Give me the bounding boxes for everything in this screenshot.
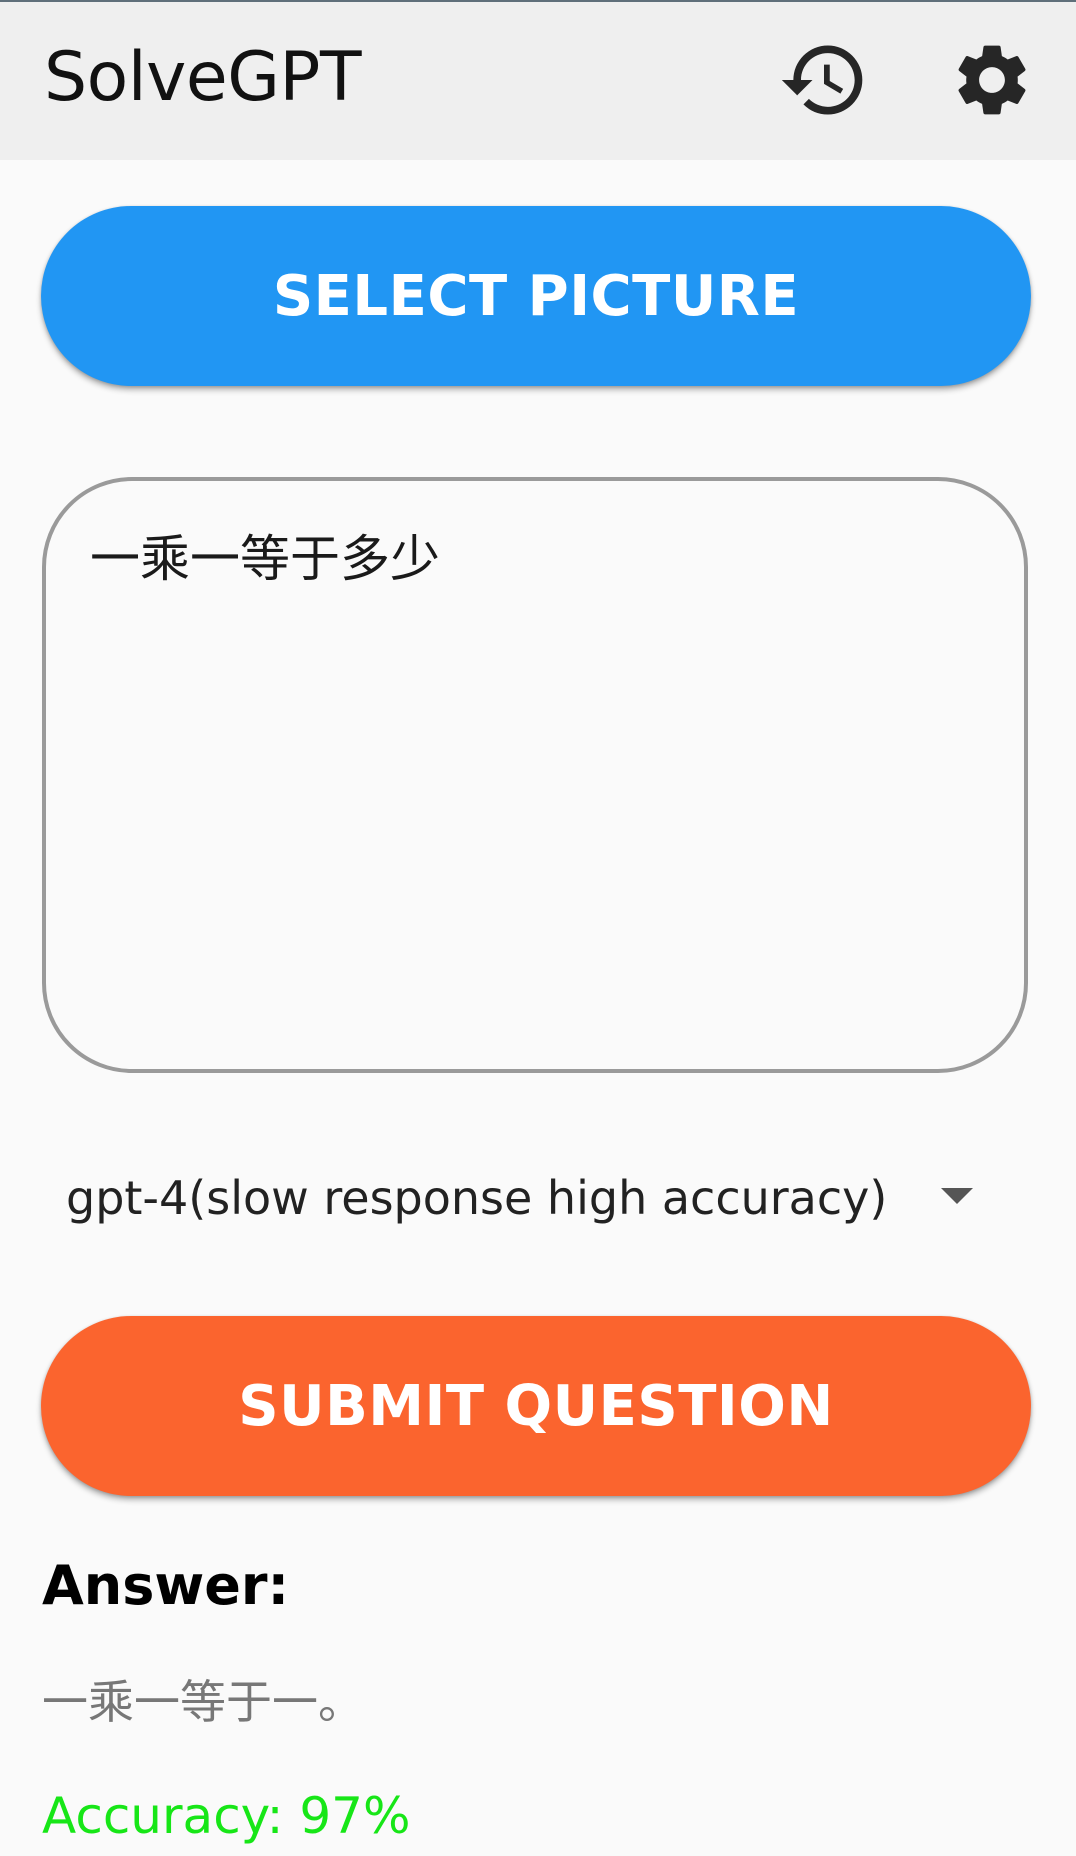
- history-icon: [778, 34, 870, 126]
- select-picture-button[interactable]: SELECT PICTURE: [41, 206, 1031, 386]
- app-bar: SolveGPT: [0, 0, 1076, 160]
- question-input[interactable]: 一乘一等于多少: [42, 477, 1028, 1073]
- gear-icon: [949, 37, 1035, 123]
- accuracy-text: Accuracy: 97%: [42, 1787, 411, 1845]
- settings-button[interactable]: [942, 30, 1042, 130]
- answer-text: 一乘一等于一。: [42, 1675, 364, 1729]
- model-dropdown[interactable]: gpt-4(slow response high accuracy): [66, 1168, 1006, 1228]
- submit-question-button[interactable]: SUBMIT QUESTION: [41, 1316, 1031, 1496]
- status-edge: [0, 0, 1076, 2]
- question-input-value: 一乘一等于多少: [90, 530, 440, 588]
- answer-heading: Answer:: [42, 1554, 290, 1617]
- model-dropdown-value: gpt-4(slow response high accuracy): [66, 1171, 888, 1225]
- dropdown-arrow-icon: [941, 1188, 973, 1204]
- app-title: SolveGPT: [44, 38, 361, 117]
- history-button[interactable]: [774, 30, 874, 130]
